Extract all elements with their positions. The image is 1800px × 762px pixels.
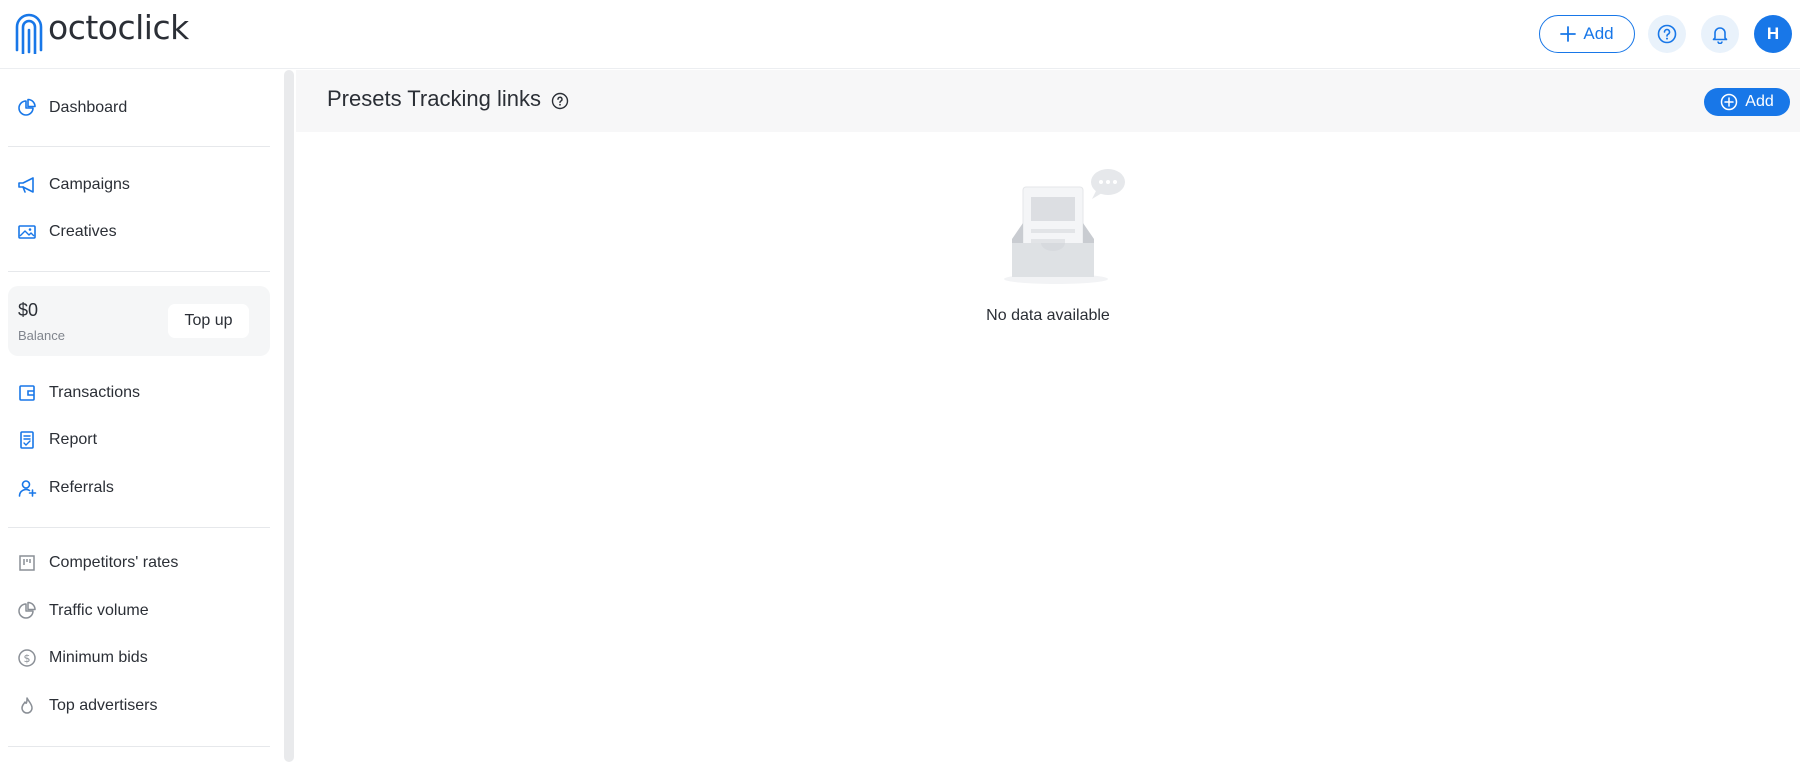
header-add-button[interactable]: Add [1539,15,1635,53]
header-add-label: Add [1583,24,1614,43]
plus-circle-icon [1721,93,1738,111]
sidebar-item-label: Dashboard [49,99,128,116]
page-header-bar: Presets Tracking links Add [296,70,1800,132]
octopus-logo-icon [15,13,43,54]
sidebar-item-creatives[interactable]: Creatives [8,212,270,252]
top-header: octoclick Add H [0,0,1800,69]
bell-icon [1712,27,1728,44]
notifications-button[interactable] [1701,15,1739,53]
sidebar-scrollbar[interactable] [284,70,294,762]
empty-inbox-icon [1004,169,1125,284]
empty-state: No data available [296,132,1800,762]
kanban-icon [16,552,38,574]
sidebar-item-label: Minimum bids [49,649,148,666]
dollar-circle-icon: $ [16,647,38,669]
wallet-icon [16,382,38,404]
question-circle-icon[interactable] [550,91,570,111]
user-avatar[interactable]: H [1754,15,1792,53]
sidebar-item-label: Transactions [49,384,140,401]
logo-text: octoclick [48,8,189,47]
flame-icon [16,695,38,717]
sidebar-item-competitors-rates[interactable]: Competitors' rates [8,543,270,583]
page-title: Presets Tracking links [327,86,541,111]
add-preset-button[interactable]: Add [1704,88,1790,116]
megaphone-icon [16,174,38,196]
image-icon [16,221,38,243]
sidebar-item-dashboard[interactable]: Dashboard [8,88,270,128]
sidebar-item-label: Traffic volume [49,602,149,619]
plus-icon [1560,26,1577,42]
sidebar-item-campaigns[interactable]: Campaigns [8,165,270,205]
sidebar-divider [8,271,270,272]
sidebar-item-report[interactable]: Report [8,420,270,460]
empty-state-text: No data available [986,307,1110,324]
add-preset-label: Add [1745,93,1774,110]
sidebar-item-minimum-bids[interactable]: $ Minimum bids [8,638,270,678]
balance-card: $0 Balance Top up [8,286,270,356]
pie-chart-icon [16,97,38,119]
sidebar-item-label: Report [49,431,98,448]
sidebar: Dashboard Campaigns Creatives $0 Balance… [0,70,284,762]
sidebar-item-referrals[interactable]: Referrals [8,468,270,508]
sidebar-item-label: Top advertisers [49,697,158,714]
sidebar-item-label: Campaigns [49,176,130,193]
question-circle-icon [1657,24,1677,44]
svg-text:$: $ [24,652,31,665]
balance-amount: $0 [18,300,39,320]
sidebar-item-top-advertisers[interactable]: Top advertisers [8,686,270,726]
top-up-button[interactable]: Top up [168,304,249,338]
sidebar-divider [8,146,270,147]
sidebar-item-label: Competitors' rates [49,554,179,571]
sidebar-item-traffic-volume[interactable]: Traffic volume [8,591,270,631]
referrals-icon [16,477,38,499]
balance-label: Balance [18,328,65,343]
help-button[interactable] [1648,15,1686,53]
sidebar-divider [8,527,270,528]
sidebar-item-label: Creatives [49,223,117,240]
pie-chart-icon [16,600,38,622]
sidebar-item-transactions[interactable]: Transactions [8,373,270,413]
sidebar-item-label: Referrals [49,479,114,496]
report-icon [16,429,38,451]
sidebar-divider [8,746,270,747]
octoclick-logo[interactable]: octoclick [12,10,189,56]
